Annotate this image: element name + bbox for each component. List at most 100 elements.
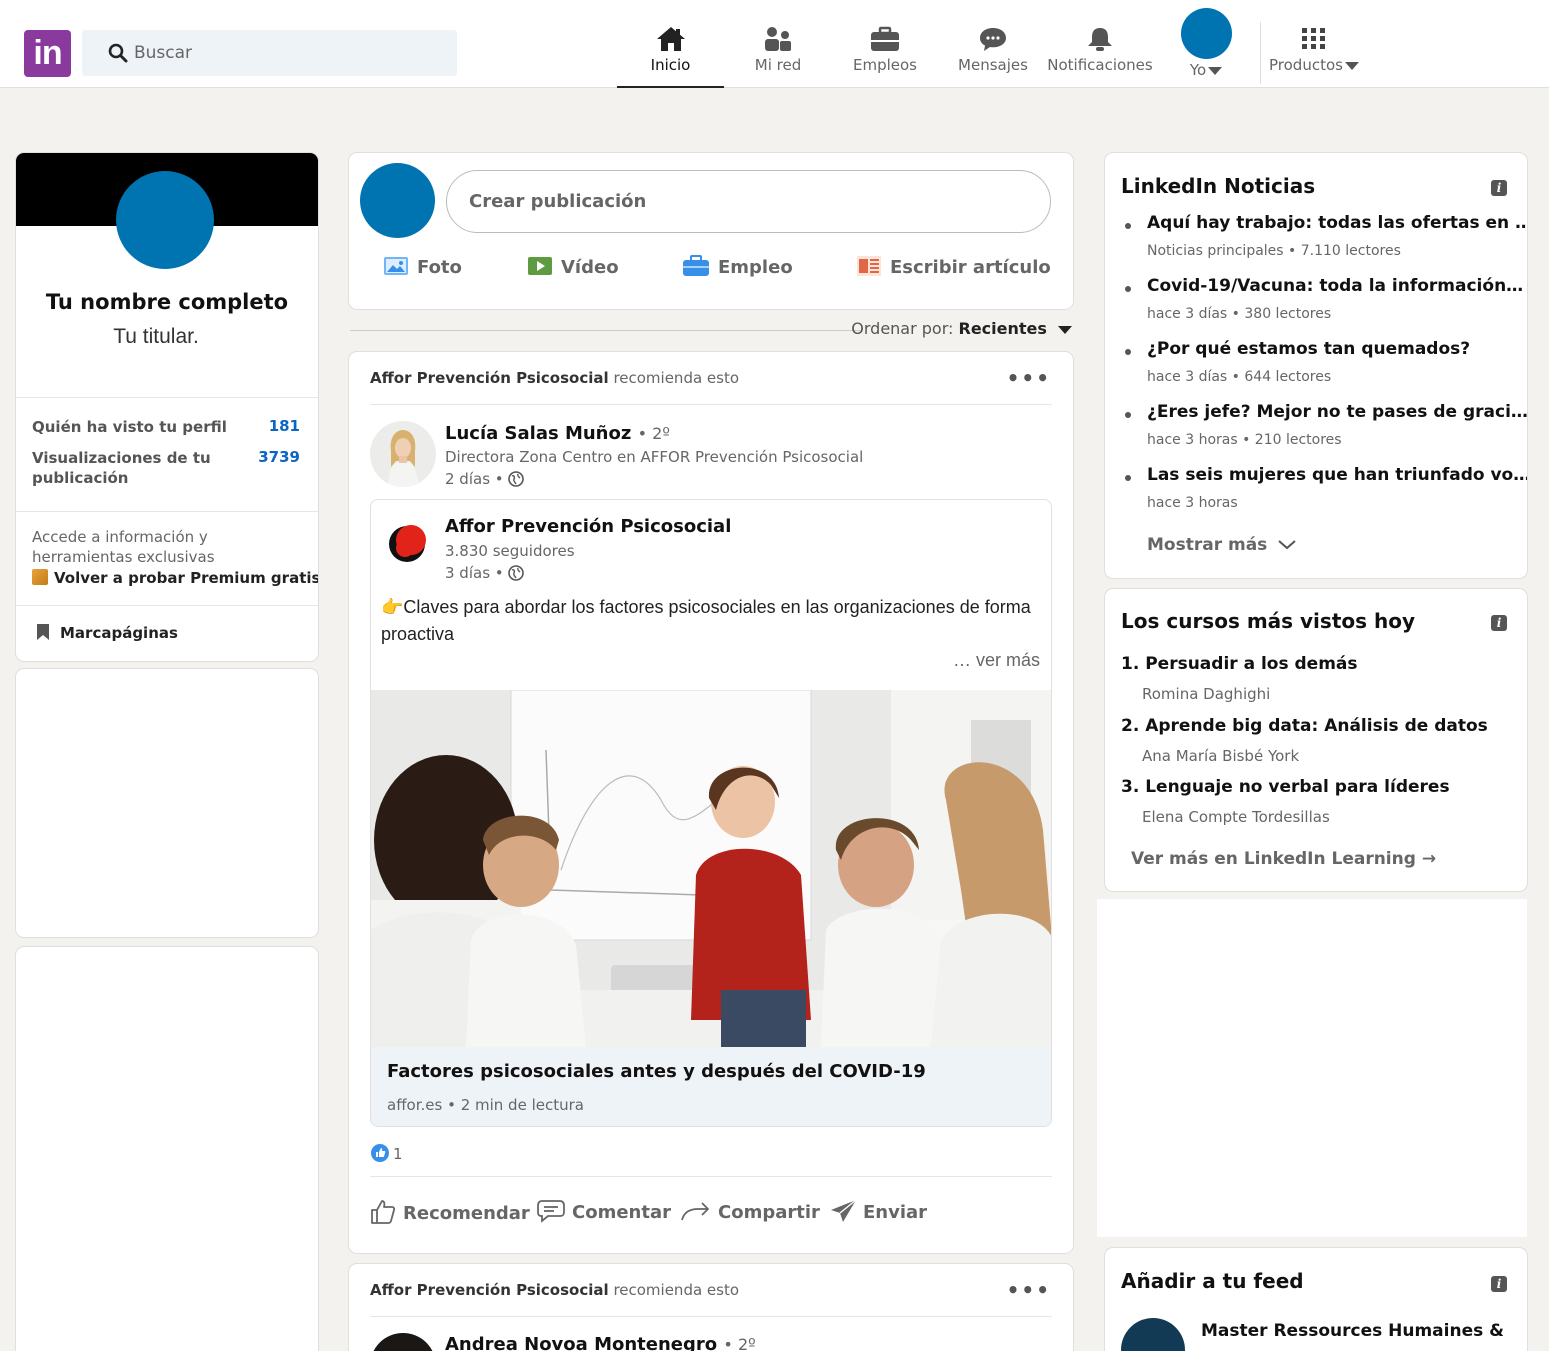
author-name[interactable]: Andrea Novoa Montenegro • 2º (445, 1334, 756, 1351)
recommender-name[interactable]: Affor Prevención Psicosocial (370, 1281, 609, 1299)
briefcase-icon (683, 255, 709, 276)
more-options-icon[interactable]: ••• (1007, 366, 1051, 390)
company-logo[interactable] (385, 520, 431, 566)
author-name[interactable]: Lucía Salas Muñoz • 2º (445, 423, 670, 444)
recommend-text: recomienda esto (613, 1281, 740, 1299)
photo-icon (384, 257, 408, 275)
search-box[interactable] (82, 30, 457, 76)
globe-icon (508, 564, 525, 581)
see-more-link[interactable]: … ver más (953, 650, 1040, 671)
news-item-meta: hace 3 días • 644 lectores (1147, 369, 1332, 385)
premium-link[interactable]: Volver a probar Premium gratis (32, 568, 318, 587)
sort-dropdown[interactable]: Ordenar por: Recientes (851, 319, 1072, 338)
info-icon[interactable]: i (1491, 180, 1507, 196)
news-item-meta: hace 3 horas (1147, 495, 1238, 511)
news-title: LinkedIn Noticias (1121, 174, 1316, 198)
nav-jobs[interactable]: Empleos (842, 22, 928, 88)
course-title[interactable]: 2. Aprende big data: Análisis de datos (1121, 716, 1488, 736)
linkedin-logo[interactable]: in (24, 30, 71, 77)
search-input[interactable] (134, 38, 434, 68)
left-empty-card (16, 669, 318, 937)
share-button[interactable]: Compartir (680, 1200, 820, 1234)
news-item-title[interactable]: ¿Eres jefe? Mejor no te pases de graci… (1147, 402, 1527, 422)
author-photo[interactable] (370, 421, 436, 487)
shared-post: Affor Prevención Psicosocial 3.830 segui… (370, 499, 1052, 1127)
premium-icon (32, 568, 48, 585)
link-preview[interactable]: Factores psicosociales antes y después d… (371, 1047, 1051, 1126)
grid-icon (1302, 28, 1325, 49)
video-button[interactable]: Vídeo (527, 257, 619, 287)
sort-label: Ordenar por: (851, 319, 954, 338)
nav-network[interactable]: Mi red (735, 22, 821, 88)
feed-post: Affor Prevención Psicosocial recomienda … (349, 352, 1073, 1253)
author-photo[interactable] (370, 1333, 436, 1351)
send-button[interactable]: Enviar (829, 1199, 927, 1234)
author-title: Directora Zona Centro en AFFOR Prevenció… (445, 448, 864, 466)
recommender-name[interactable]: Affor Prevención Psicosocial (370, 369, 609, 387)
nav-me[interactable]: Yo (1170, 8, 1242, 79)
photo-button[interactable]: Foto (383, 257, 462, 287)
recommend-text: recomienda esto (613, 369, 740, 387)
chevron-down-icon (1278, 540, 1296, 550)
article-icon (857, 256, 881, 276)
profile-headline: Tu titular. (113, 325, 199, 348)
bullet (1125, 412, 1131, 418)
stat-post-views-label[interactable]: Visualizaciones de tu publicación (32, 448, 222, 488)
compose-card: Crear publicación Foto Vídeo Empleo Escr… (349, 153, 1073, 309)
courses-card: Los cursos más vistos hoy i 1. Persuadir… (1105, 589, 1527, 891)
caret-down-icon (1208, 66, 1223, 75)
comment-button[interactable]: Comentar (536, 1200, 671, 1234)
course-title[interactable]: 1. Persuadir a los demás (1121, 654, 1358, 674)
top-navbar: in Inicio Mi red Empleos Mensajes Notifi… (0, 0, 1549, 88)
post-image[interactable] (371, 690, 1051, 1047)
message-icon (980, 28, 1006, 51)
compose-avatar[interactable] (360, 163, 435, 238)
link-title[interactable]: Factores psicosociales antes y después d… (387, 1061, 926, 1082)
nav-divider (1260, 22, 1261, 84)
stat-profile-views-label[interactable]: Quién ha visto tu perfil (32, 417, 232, 437)
nav-messages[interactable]: Mensajes (950, 22, 1036, 88)
connection-degree: • 2º (723, 1335, 756, 1351)
nav-home[interactable]: Inicio (617, 22, 724, 88)
news-item-title[interactable]: ¿Por qué estamos tan quemados? (1147, 339, 1470, 359)
course-title[interactable]: 3. Lenguaje no verbal para líderes (1121, 777, 1450, 797)
nav-notifications-label: Notificaciones (1047, 56, 1153, 74)
suggestion-name[interactable]: Master Ressources Humaines & (1201, 1321, 1504, 1341)
recommend-button[interactable]: Recomendar (369, 1200, 530, 1234)
more-options-icon[interactable]: ••• (1007, 1278, 1051, 1302)
info-icon[interactable]: i (1491, 1276, 1507, 1292)
bullet (1125, 286, 1131, 292)
left-empty-card-2 (16, 947, 318, 1351)
linkedin-learning-link[interactable]: Ver más en LinkedIn Learning → (1131, 849, 1436, 869)
post-text: 👉Claves para abordar los factores psicos… (381, 597, 1031, 644)
nav-products[interactable]: Productos (1264, 22, 1364, 88)
company-name[interactable]: Affor Prevención Psicosocial (445, 516, 731, 537)
nav-messages-label: Mensajes (958, 56, 1028, 74)
nav-products-label: Productos (1269, 56, 1343, 74)
bookmarks-label: Marcapáginas (60, 624, 178, 642)
bookmarks-link[interactable]: Marcapáginas (36, 623, 178, 643)
show-more-button[interactable]: Mostrar más (1147, 535, 1297, 555)
divider (350, 330, 860, 331)
profile-name[interactable]: Tu nombre completo (16, 290, 318, 314)
shared-post-time: 3 días • (445, 564, 525, 582)
reactions-count[interactable]: 1 (371, 1143, 403, 1164)
stat-profile-views-value[interactable]: 181 (269, 417, 300, 435)
create-post-input[interactable]: Crear publicación (446, 170, 1051, 233)
news-item-title[interactable]: Covid-19/Vacuna: toda la información… (1147, 276, 1523, 296)
info-icon[interactable]: i (1491, 615, 1507, 631)
news-item-title[interactable]: Aquí hay trabajo: todas las ofertas en … (1147, 213, 1527, 233)
home-icon (656, 27, 685, 51)
link-meta: affor.es • 2 min de lectura (387, 1096, 584, 1114)
ad-space (1097, 899, 1527, 1237)
nav-me-label: Yo (1189, 61, 1207, 79)
profile-avatar[interactable] (116, 171, 214, 269)
divider (370, 404, 1052, 405)
divider (370, 1176, 1052, 1177)
stat-post-views-value[interactable]: 3739 (258, 448, 300, 466)
nav-notifications[interactable]: Notificaciones (1046, 22, 1154, 88)
suggestion-logo[interactable] (1121, 1318, 1185, 1351)
job-button[interactable]: Empleo (682, 255, 793, 287)
news-item-title[interactable]: Las seis mujeres que han triunfado vo… (1147, 465, 1527, 485)
write-article-button[interactable]: Escribir artículo (856, 256, 1051, 287)
